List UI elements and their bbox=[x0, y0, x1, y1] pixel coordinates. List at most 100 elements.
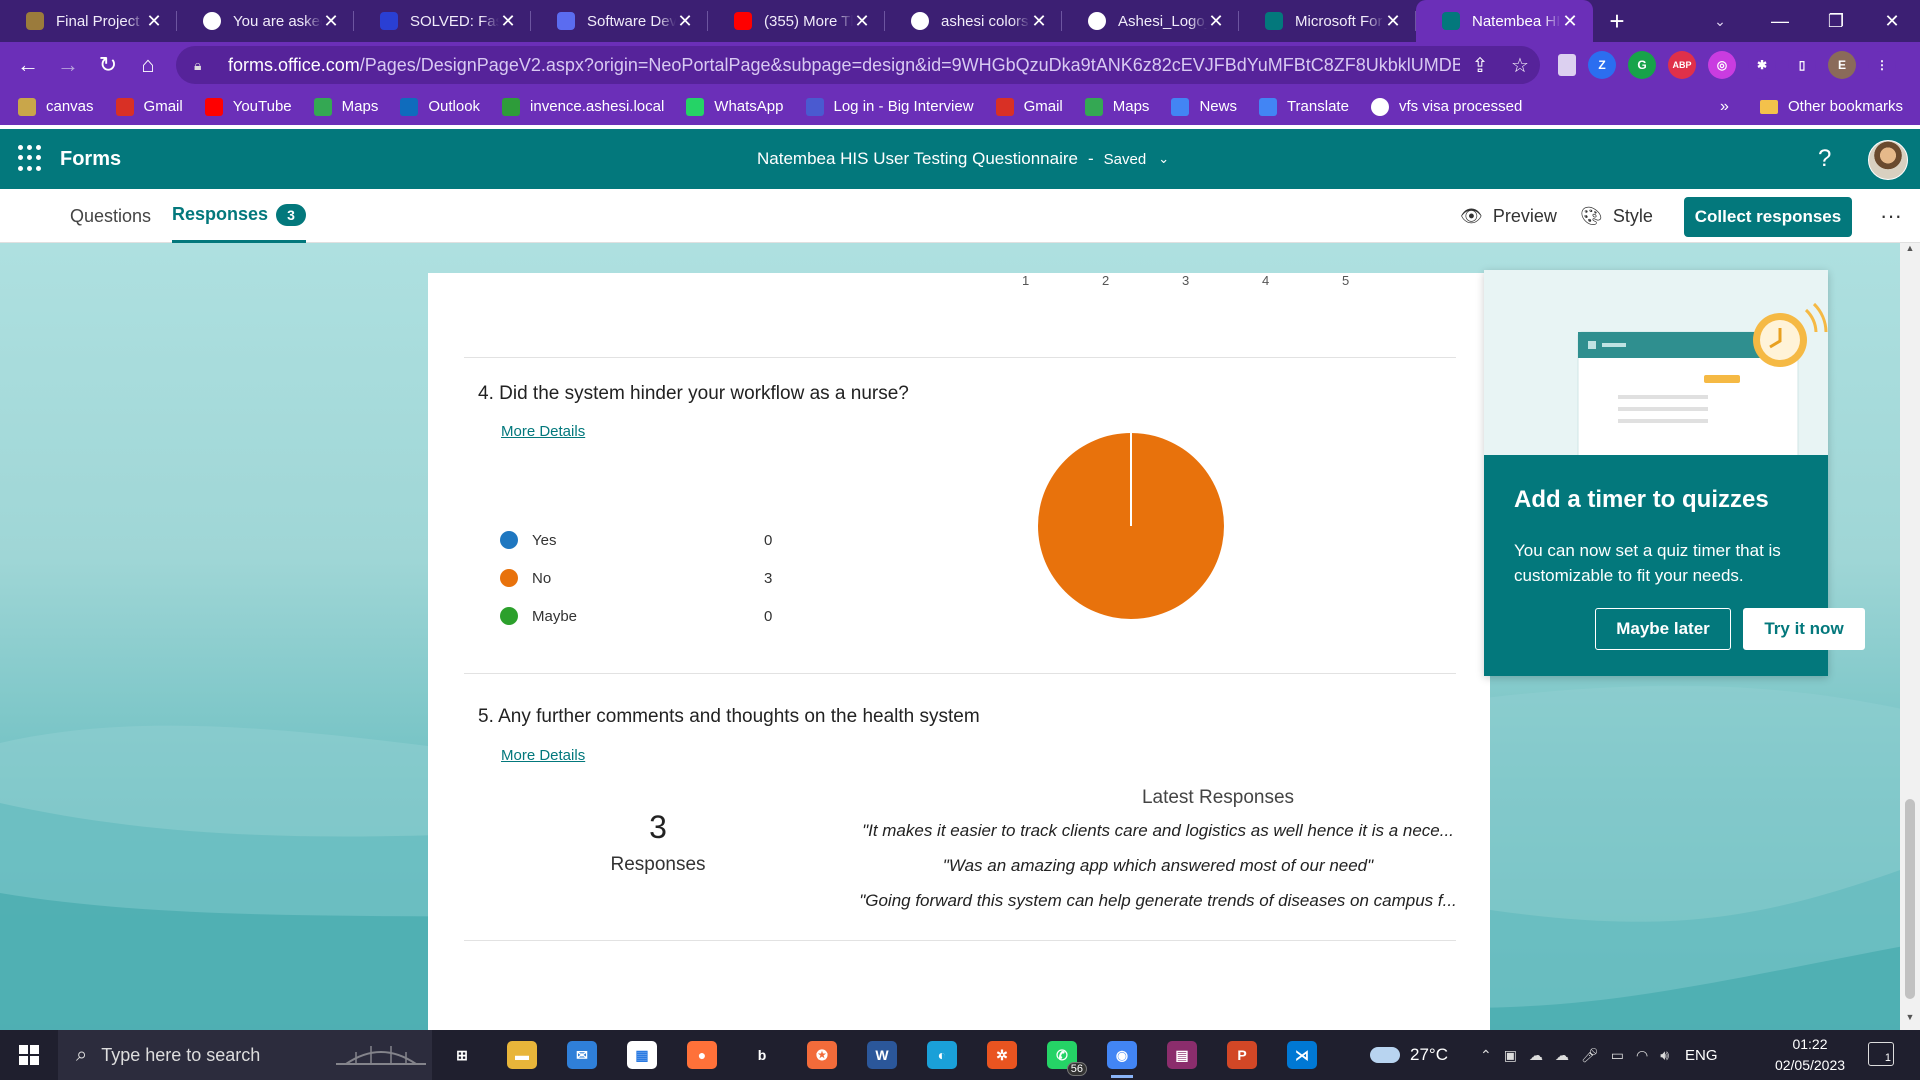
tab-responses[interactable]: Responses 3 bbox=[172, 189, 307, 243]
latest-response-item[interactable]: "Was an amazing app which answered most … bbox=[838, 856, 1478, 876]
maybe-later-button[interactable]: Maybe later bbox=[1595, 608, 1731, 650]
url-text[interactable]: forms.office.com/Pages/DesignPageV2.aspx… bbox=[228, 55, 1460, 76]
taskbar-search[interactable]: ⌕ Type here to search bbox=[58, 1030, 432, 1080]
collect-responses-button[interactable]: Collect responses bbox=[1684, 197, 1852, 237]
close-tab-icon[interactable]: ✕ bbox=[499, 11, 517, 32]
taskbar-app-chrome[interactable]: ◉ bbox=[1097, 1030, 1147, 1080]
style-button[interactable]: 🎨︎ Style bbox=[1580, 189, 1653, 243]
page-scrollbar[interactable]: ▲ ▼ bbox=[1900, 243, 1920, 1030]
latest-response-item[interactable]: "It makes it easier to track clients car… bbox=[838, 821, 1478, 841]
extension-icon[interactable]: ABP bbox=[1668, 51, 1696, 79]
start-button[interactable] bbox=[0, 1030, 58, 1080]
bookmark-item[interactable]: invence.ashesi.local bbox=[502, 97, 664, 116]
close-tab-icon[interactable]: ✕ bbox=[145, 11, 163, 32]
browser-tab[interactable]: Final Project ✕ bbox=[0, 0, 177, 42]
cloud-sync-icon[interactable]: ☁ bbox=[1555, 1047, 1569, 1064]
preview-button[interactable]: 👁︎ Preview bbox=[1460, 189, 1557, 243]
close-tab-icon[interactable]: ✕ bbox=[676, 11, 694, 32]
home-icon[interactable]: ⌂ bbox=[128, 45, 168, 85]
extension-icon[interactable]: E bbox=[1828, 51, 1856, 79]
bookmark-item[interactable]: Gmail bbox=[115, 97, 183, 116]
taskbar-app-word[interactable]: W bbox=[857, 1030, 907, 1080]
tab-search-icon[interactable]: ⌄ bbox=[1700, 0, 1740, 42]
extension-icon[interactable]: ◎ bbox=[1708, 51, 1736, 79]
bookmark-item[interactable]: Outlook bbox=[400, 97, 480, 116]
more-options-icon[interactable]: ··· bbox=[1880, 189, 1902, 243]
browser-tab[interactable]: Natembea HIS ✕ bbox=[1416, 0, 1593, 42]
taskbar-app-firefox[interactable]: ● bbox=[677, 1030, 727, 1080]
browser-tab[interactable]: Software Deve ✕ bbox=[531, 0, 708, 42]
extension-icon[interactable]: ⋮ bbox=[1868, 51, 1896, 79]
taskbar-app-edge[interactable]: ◐ bbox=[917, 1030, 967, 1080]
share-icon[interactable]: ⇪ bbox=[1460, 53, 1500, 78]
close-tab-icon[interactable]: ✕ bbox=[1561, 11, 1579, 32]
extension-icon[interactable]: G bbox=[1628, 51, 1656, 79]
scroll-down-icon[interactable]: ▼ bbox=[1900, 1012, 1920, 1030]
browser-tab[interactable]: You are asked ✕ bbox=[177, 0, 354, 42]
bookmark-item[interactable]: Maps bbox=[313, 97, 378, 116]
q4-more-details-link[interactable]: More Details bbox=[501, 423, 585, 440]
chevron-down-icon[interactable]: ⌄ bbox=[1158, 151, 1169, 167]
browser-tab[interactable]: Ashesi_Logo_C✕ bbox=[1062, 0, 1239, 42]
close-window-icon[interactable]: ✕ bbox=[1864, 0, 1920, 42]
extension-icon[interactable]: ▯ bbox=[1788, 51, 1816, 79]
browser-tab[interactable]: (355) More Th ✕ bbox=[708, 0, 885, 42]
bookmark-item[interactable]: YouTube bbox=[204, 97, 292, 116]
reading-list-icon[interactable] bbox=[1558, 54, 1576, 76]
taskbar-app-powerpoint[interactable]: P bbox=[1217, 1030, 1267, 1080]
bookmarks-overflow-button[interactable]: » bbox=[1720, 88, 1729, 125]
microphone-icon[interactable]: 🎤︎ bbox=[1581, 1047, 1599, 1064]
scrollbar-thumb[interactable] bbox=[1905, 799, 1915, 999]
reload-icon[interactable]: ↻ bbox=[88, 45, 128, 85]
minimize-icon[interactable]: — bbox=[1752, 0, 1808, 42]
meet-icon[interactable]: ▣ bbox=[1504, 1047, 1517, 1064]
language-indicator[interactable]: ENG bbox=[1685, 1047, 1718, 1064]
form-title[interactable]: Natembea HIS User Testing Questionnaire … bbox=[757, 129, 1169, 189]
app-launcher-icon[interactable] bbox=[18, 145, 46, 173]
browser-tab[interactable]: SOLVED: Faste✕ bbox=[354, 0, 531, 42]
lock-icon[interactable]: 🔒︎ bbox=[194, 57, 214, 74]
battery-icon[interactable]: ▭ bbox=[1611, 1047, 1624, 1064]
help-icon[interactable]: ? bbox=[1818, 129, 1831, 189]
extension-icon[interactable]: ✱ bbox=[1748, 51, 1776, 79]
new-tab-button[interactable]: + bbox=[1593, 0, 1641, 42]
taskbar-app-postman[interactable]: ✪ bbox=[797, 1030, 847, 1080]
close-tab-icon[interactable]: ✕ bbox=[853, 11, 871, 32]
browser-tab[interactable]: Microsoft For ✕ bbox=[1239, 0, 1416, 42]
taskbar-clock[interactable]: 01:22 02/05/2023 bbox=[1760, 1034, 1860, 1076]
notification-center-icon[interactable]: 1 bbox=[1868, 1042, 1894, 1066]
taskbar-app-ubuntu[interactable]: ✲ bbox=[977, 1030, 1027, 1080]
volume-icon[interactable]: 🔊︎ bbox=[1660, 1047, 1669, 1064]
q5-more-details-link[interactable]: More Details bbox=[501, 747, 585, 764]
taskbar-app-winrar[interactable]: ▤ bbox=[1157, 1030, 1207, 1080]
tab-questions[interactable]: Questions bbox=[70, 189, 151, 243]
forward-icon[interactable]: → bbox=[48, 45, 88, 85]
app-name[interactable]: Forms bbox=[60, 148, 121, 171]
close-tab-icon[interactable]: ✕ bbox=[1384, 11, 1402, 32]
taskbar-app-store[interactable]: ▦ bbox=[617, 1030, 667, 1080]
taskbar-app-file-explorer[interactable]: ▬ bbox=[497, 1030, 547, 1080]
back-icon[interactable]: ← bbox=[8, 45, 48, 85]
latest-response-item[interactable]: "Going forward this system can help gene… bbox=[838, 891, 1478, 911]
taskbar-app-task-view[interactable]: ⊞ bbox=[437, 1030, 487, 1080]
avatar[interactable] bbox=[1868, 140, 1908, 180]
taskbar-app-whatsapp[interactable]: ✆ 56 bbox=[1037, 1030, 1087, 1080]
taskbar-app-mail[interactable]: ✉ bbox=[557, 1030, 607, 1080]
bookmark-item[interactable]: Gmail bbox=[995, 97, 1063, 116]
bookmark-star-icon[interactable]: ☆ bbox=[1500, 53, 1540, 78]
bookmark-item[interactable]: Translate bbox=[1258, 97, 1349, 116]
close-tab-icon[interactable]: ✕ bbox=[1030, 11, 1048, 32]
close-tab-icon[interactable]: ✕ bbox=[322, 11, 340, 32]
scroll-up-icon[interactable]: ▲ bbox=[1900, 243, 1920, 261]
close-tab-icon[interactable]: ✕ bbox=[1207, 11, 1225, 32]
try-it-now-button[interactable]: Try it now bbox=[1743, 608, 1865, 650]
bookmark-item[interactable]: News bbox=[1171, 97, 1237, 116]
restore-icon[interactable]: ❐ bbox=[1808, 0, 1864, 42]
onedrive-icon[interactable]: ☁ bbox=[1529, 1047, 1543, 1064]
address-bar[interactable]: 🔒︎ forms.office.com/Pages/DesignPageV2.a… bbox=[176, 46, 1540, 84]
bookmark-item[interactable]: Maps bbox=[1084, 97, 1149, 116]
weather-widget[interactable]: 27°C bbox=[1370, 1045, 1448, 1065]
bookmark-item[interactable]: Log in - Big Interview bbox=[805, 97, 974, 116]
taskbar-app-bing[interactable]: b bbox=[737, 1030, 787, 1080]
taskbar-app-vscode[interactable]: ⋊ bbox=[1277, 1030, 1327, 1080]
